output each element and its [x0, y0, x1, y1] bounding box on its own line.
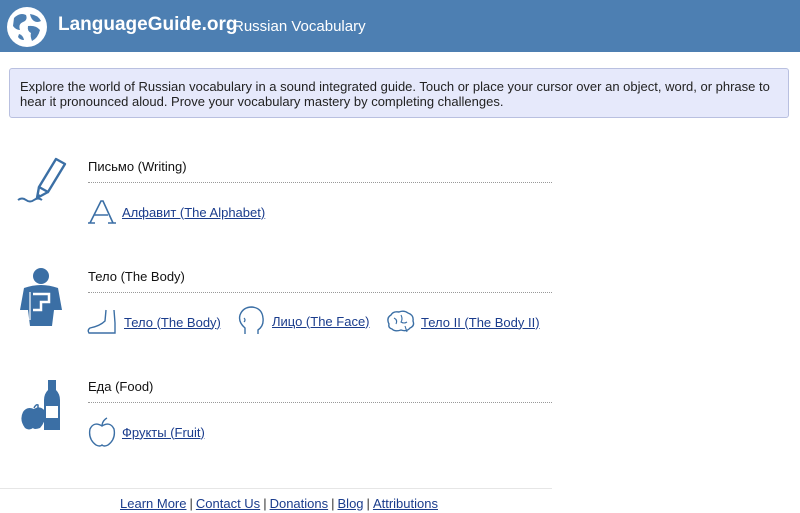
section-divider [88, 292, 552, 293]
footer-link-donations[interactable]: Donations [270, 496, 329, 511]
link-face-label[interactable]: Лицо (The Face) [272, 314, 370, 329]
footer-separator: | [263, 496, 267, 511]
link-alphabet-label[interactable]: Алфавит (The Alphabet) [122, 205, 265, 220]
body-icon [20, 268, 62, 326]
brain-icon [387, 310, 415, 333]
section-divider [88, 182, 552, 183]
footer-link-blog[interactable]: Blog [338, 496, 364, 511]
footer-nav: Learn More | Contact Us | Donations | Blog | Att… [120, 496, 438, 511]
footer-link-learn-more[interactable]: Learn More [120, 496, 186, 511]
food-icon [21, 380, 60, 430]
globe-icon[interactable] [6, 6, 48, 48]
face-icon [238, 306, 264, 334]
footer-link-attributions[interactable]: Attributions [373, 496, 438, 511]
section-divider [88, 402, 552, 403]
link-body[interactable]: Тело (The Body) [86, 309, 221, 335]
letter-a-icon [88, 200, 116, 224]
apple-icon [88, 417, 116, 447]
brand-separator: · [225, 18, 230, 35]
link-body-ii-label[interactable]: Тело II (The Body II) [421, 315, 540, 330]
link-fruit[interactable]: Фрукты (Fruit) [88, 417, 205, 447]
site-header: LanguageGuide.org · Russian Vocabulary [0, 0, 800, 52]
link-fruit-label[interactable]: Фрукты (Fruit) [122, 425, 205, 440]
section-title-food: Еда (Food) [88, 379, 154, 394]
pencil-icon [17, 157, 67, 203]
footer-separator: | [189, 496, 193, 511]
link-alphabet[interactable]: Алфавит (The Alphabet) [88, 199, 265, 225]
section-title-body: Тело (The Body) [88, 269, 185, 284]
foot-icon [87, 309, 116, 334]
link-body-label[interactable]: Тело (The Body) [124, 315, 221, 330]
footer-separator: | [331, 496, 335, 511]
link-face[interactable]: Лицо (The Face) [236, 306, 370, 336]
section-title-writing: Письмо (Writing) [88, 159, 187, 174]
footer-separator: | [366, 496, 370, 511]
footer-divider [0, 488, 552, 489]
site-brand[interactable]: LanguageGuide.org [58, 14, 237, 36]
link-body-ii[interactable]: Тело II (The Body II) [385, 310, 540, 334]
intro-box: Explore the world of Russian vocabulary … [9, 68, 789, 118]
intro-text: Explore the world of Russian vocabulary … [20, 79, 770, 109]
site-subtitle: Russian Vocabulary [233, 18, 366, 35]
footer-link-contact-us[interactable]: Contact Us [196, 496, 260, 511]
